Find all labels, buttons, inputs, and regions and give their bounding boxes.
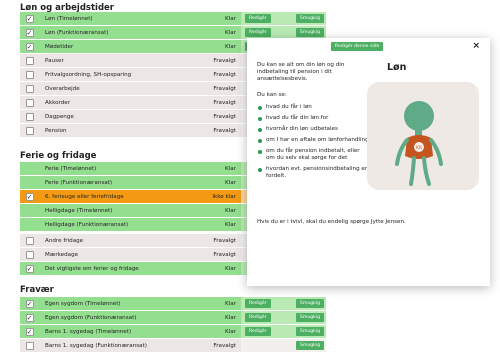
row-name: Pauser xyxy=(39,54,203,67)
row-checkbox[interactable] xyxy=(25,327,34,336)
row-checkbox[interactable] xyxy=(25,250,34,259)
row-status: Klar xyxy=(203,40,241,53)
row-status: Klar xyxy=(203,262,241,275)
row-name: Helligdage (Funktionæransat) xyxy=(39,218,203,231)
row-name: Pension xyxy=(39,124,203,137)
list-item: om I har en aftale om lønforhandling xyxy=(257,137,369,144)
row-checkbox[interactable] xyxy=(25,236,34,245)
row-name: Det vigtigste om ferier og fridage xyxy=(39,262,203,275)
info-modal: Redigér denne side × Du kan se alt om di… xyxy=(247,38,490,286)
row-name: Løn (Timelønnet) xyxy=(39,12,203,25)
row-status: Fravalgt xyxy=(203,110,241,123)
modal-bullet-list: hvad du får i løn hvad du får din løn fo… xyxy=(257,104,369,184)
row-checkbox[interactable] xyxy=(25,56,34,65)
list-item: hvornår din løn udbetales xyxy=(257,126,369,133)
row-checkbox[interactable] xyxy=(25,264,34,273)
row-checkbox[interactable] xyxy=(25,84,34,93)
edit-button[interactable]: Redigér xyxy=(245,299,271,308)
modal-heading: Løn xyxy=(387,62,407,73)
row-name: Barns 1. sygedag (Funktionæransat) xyxy=(39,339,203,352)
figure-head xyxy=(404,101,434,131)
row-name: Ferie (Timelønnet) xyxy=(39,162,203,175)
preview-button[interactable]: Smugkig xyxy=(295,28,324,37)
row-status: Fravalgt xyxy=(203,96,241,109)
edit-button[interactable]: Redigér xyxy=(245,28,271,37)
modal-subheading: Du kan se: xyxy=(257,92,287,98)
row-status: Ikke klar xyxy=(203,190,241,203)
row-checkbox[interactable] xyxy=(25,341,34,350)
row-status: Fravalgt xyxy=(203,339,241,352)
row-name: Egen sygdom (Funktionæransat) xyxy=(39,311,203,324)
row-name: Mødetider xyxy=(39,40,203,53)
row-status: Klar xyxy=(203,162,241,175)
row-name: Barns 1. sygedag (Timelønnet) xyxy=(39,325,203,338)
row-name: Mærkedage xyxy=(39,248,203,261)
row-checkbox[interactable] xyxy=(25,28,34,37)
row-name: 6. ferieuge eller feriefridage xyxy=(39,190,203,203)
row-name: Overarbejde xyxy=(39,82,203,95)
edit-button[interactable]: Redigér xyxy=(245,327,271,336)
row-status: Klar xyxy=(203,176,241,189)
edit-button[interactable]: Redigér xyxy=(245,14,271,23)
row-status: Klar xyxy=(203,204,241,217)
character-illustration: KR xyxy=(367,82,479,190)
row-checkbox[interactable] xyxy=(25,98,34,107)
row-checkbox[interactable] xyxy=(25,112,34,121)
preview-button[interactable]: Smugkig xyxy=(295,14,324,23)
table-row: Barns 1. sygedag (Funktionæransat) Frava… xyxy=(20,339,326,352)
section-title-fravaer: Fravær xyxy=(20,285,54,295)
edit-page-button[interactable]: Redigér denne side xyxy=(331,42,384,51)
row-name: Fritvalgsordning, SH-opsparing xyxy=(39,68,203,81)
preview-button[interactable]: Smugkig xyxy=(295,341,324,350)
list-item: hvad du får din løn for xyxy=(257,115,369,122)
row-checkbox[interactable] xyxy=(25,70,34,79)
row-name: Helligdage (Timelønnet) xyxy=(39,204,203,217)
table-row: Egen sygdom (Funktionæransat) Klar Redig… xyxy=(20,311,326,324)
close-icon[interactable]: × xyxy=(472,41,480,51)
row-status: Fravalgt xyxy=(203,82,241,95)
row-checkbox[interactable] xyxy=(25,126,34,135)
row-status: Klar xyxy=(203,218,241,231)
preview-button[interactable]: Smugkig xyxy=(295,313,324,322)
preview-button[interactable]: Smugkig xyxy=(295,327,324,336)
row-checkbox[interactable] xyxy=(25,313,34,322)
row-name: Ferie (Funktionæransat) xyxy=(39,176,203,189)
list-item: hvad du får i løn xyxy=(257,104,369,111)
modal-intro: Du kan se alt om din løn og din indbetal… xyxy=(257,62,345,82)
row-status: Klar xyxy=(203,311,241,324)
list-item: hvordan evt. pensionsindbetaling er ford… xyxy=(257,166,369,180)
row-name: Egen sygdom (Timelønnet) xyxy=(39,297,203,310)
row-name: Løn (Funktionæransat) xyxy=(39,26,203,39)
list-item: om du får pension indbetalt, eller om du… xyxy=(257,148,369,162)
row-status: Klar xyxy=(203,26,241,39)
table-row: Løn (Timelønnet) Klar Redigér Smugkig xyxy=(20,12,326,25)
kr-badge-text: KR xyxy=(416,145,422,151)
row-status: Fravalgt xyxy=(203,68,241,81)
table-row: Barns 1. sygedag (Timelønnet) Klar Redig… xyxy=(20,325,326,338)
row-checkbox[interactable] xyxy=(25,42,34,51)
row-status: Klar xyxy=(203,12,241,25)
row-name: Dagpenge xyxy=(39,110,203,123)
row-name: Andre fridage xyxy=(39,234,203,247)
row-status: Fravalgt xyxy=(203,234,241,247)
section-title-ferie: Ferie og fridage xyxy=(20,151,97,161)
row-status: Klar xyxy=(203,325,241,338)
edit-button[interactable]: Redigér xyxy=(245,313,271,322)
row-status: Fravalgt xyxy=(203,248,241,261)
preview-button[interactable]: Smugkig xyxy=(295,299,324,308)
row-status: Klar xyxy=(203,297,241,310)
modal-outro: Hvis du er i tvivl, skal du endelig spør… xyxy=(257,219,406,225)
row-status: Fravalgt xyxy=(203,54,241,67)
row-name: Akkorder xyxy=(39,96,203,109)
table-row: Egen sygdom (Timelønnet) Klar Redigér Smu… xyxy=(20,297,326,310)
row-checkbox[interactable] xyxy=(25,192,34,201)
row-checkbox[interactable] xyxy=(25,14,34,23)
row-status: Fravalgt xyxy=(203,124,241,137)
row-checkbox[interactable] xyxy=(25,299,34,308)
